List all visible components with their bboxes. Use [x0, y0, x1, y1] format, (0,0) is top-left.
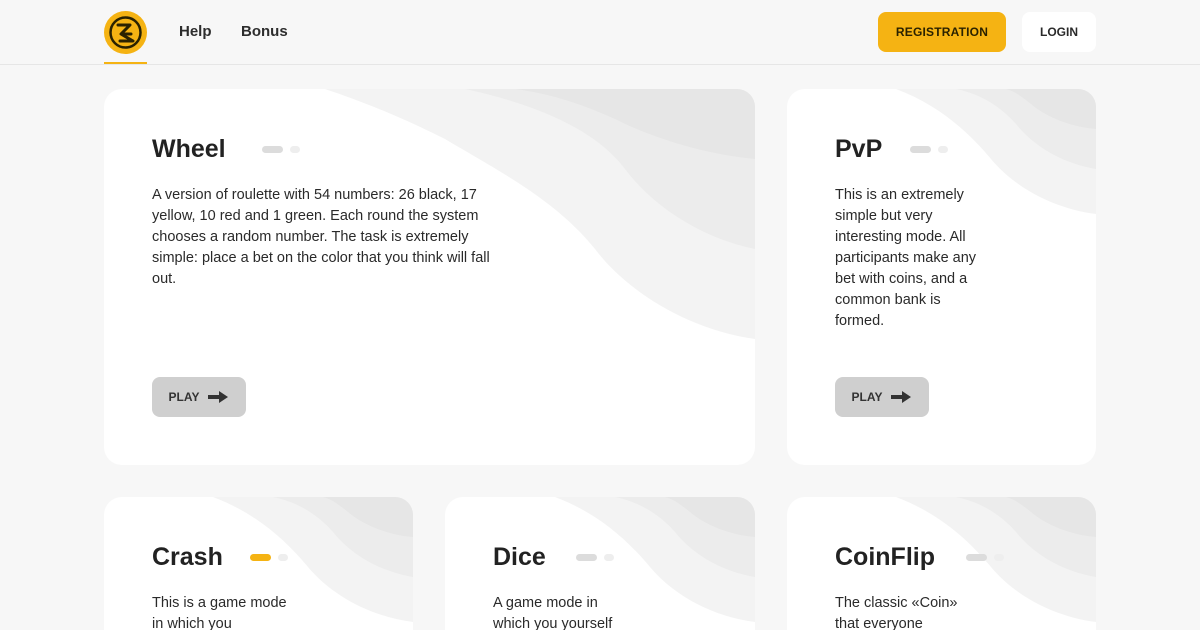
indicator-pill [576, 554, 597, 561]
indicator-pill-active [250, 554, 271, 561]
card-description: The classic «Coin» that everyone [835, 595, 958, 630]
card-description: This is an extremely simple but very int… [835, 187, 977, 329]
login-button[interactable]: LOGIN [1022, 12, 1096, 52]
card-title: PvP [835, 135, 883, 163]
nav-help-link[interactable]: Help [179, 22, 212, 42]
play-button[interactable]: PLAY [835, 377, 929, 417]
indicator-pill [966, 554, 987, 561]
indicator-dot [604, 554, 614, 561]
game-card-crash: Crash This is a game mode in which you [104, 497, 413, 630]
registration-button[interactable]: REGISTRATION [878, 12, 1006, 52]
card-description: This is a game mode in which you [152, 595, 287, 630]
arrow-right-icon [891, 391, 912, 403]
game-card-coinflip: CoinFlip The classic «Coin» that everyon… [787, 497, 1096, 630]
card-title: Crash [152, 543, 223, 571]
indicator-dot [938, 146, 948, 153]
play-label: PLAY [851, 390, 883, 404]
game-card-dice: Dice A game mode in which you yourself [445, 497, 755, 630]
nav-bonus-link[interactable]: Bonus [241, 22, 288, 42]
card-title: CoinFlip [835, 543, 935, 571]
indicator-pill [262, 146, 283, 153]
indicator-dot [994, 554, 1004, 561]
indicator-dot [290, 146, 300, 153]
play-label: PLAY [168, 390, 200, 404]
top-header: Help Bonus REGISTRATION LOGIN [0, 0, 1200, 65]
indicator-pill [910, 146, 931, 153]
game-card-wheel: Wheel A version of roulette with 54 numb… [104, 89, 755, 465]
card-title: Wheel [152, 135, 226, 163]
play-button[interactable]: PLAY [152, 377, 246, 417]
arrow-right-icon [208, 391, 229, 403]
card-description: A game mode in which you yourself [493, 595, 613, 630]
card-description: A version of roulette with 54 numbers: 2… [152, 187, 490, 287]
ez-logo-icon[interactable] [104, 11, 147, 54]
logo-active-underline [104, 62, 147, 64]
card-title: Dice [493, 543, 546, 571]
indicator-dot [278, 554, 288, 561]
game-card-pvp: PvP This is an extremely simple but very… [787, 89, 1096, 465]
